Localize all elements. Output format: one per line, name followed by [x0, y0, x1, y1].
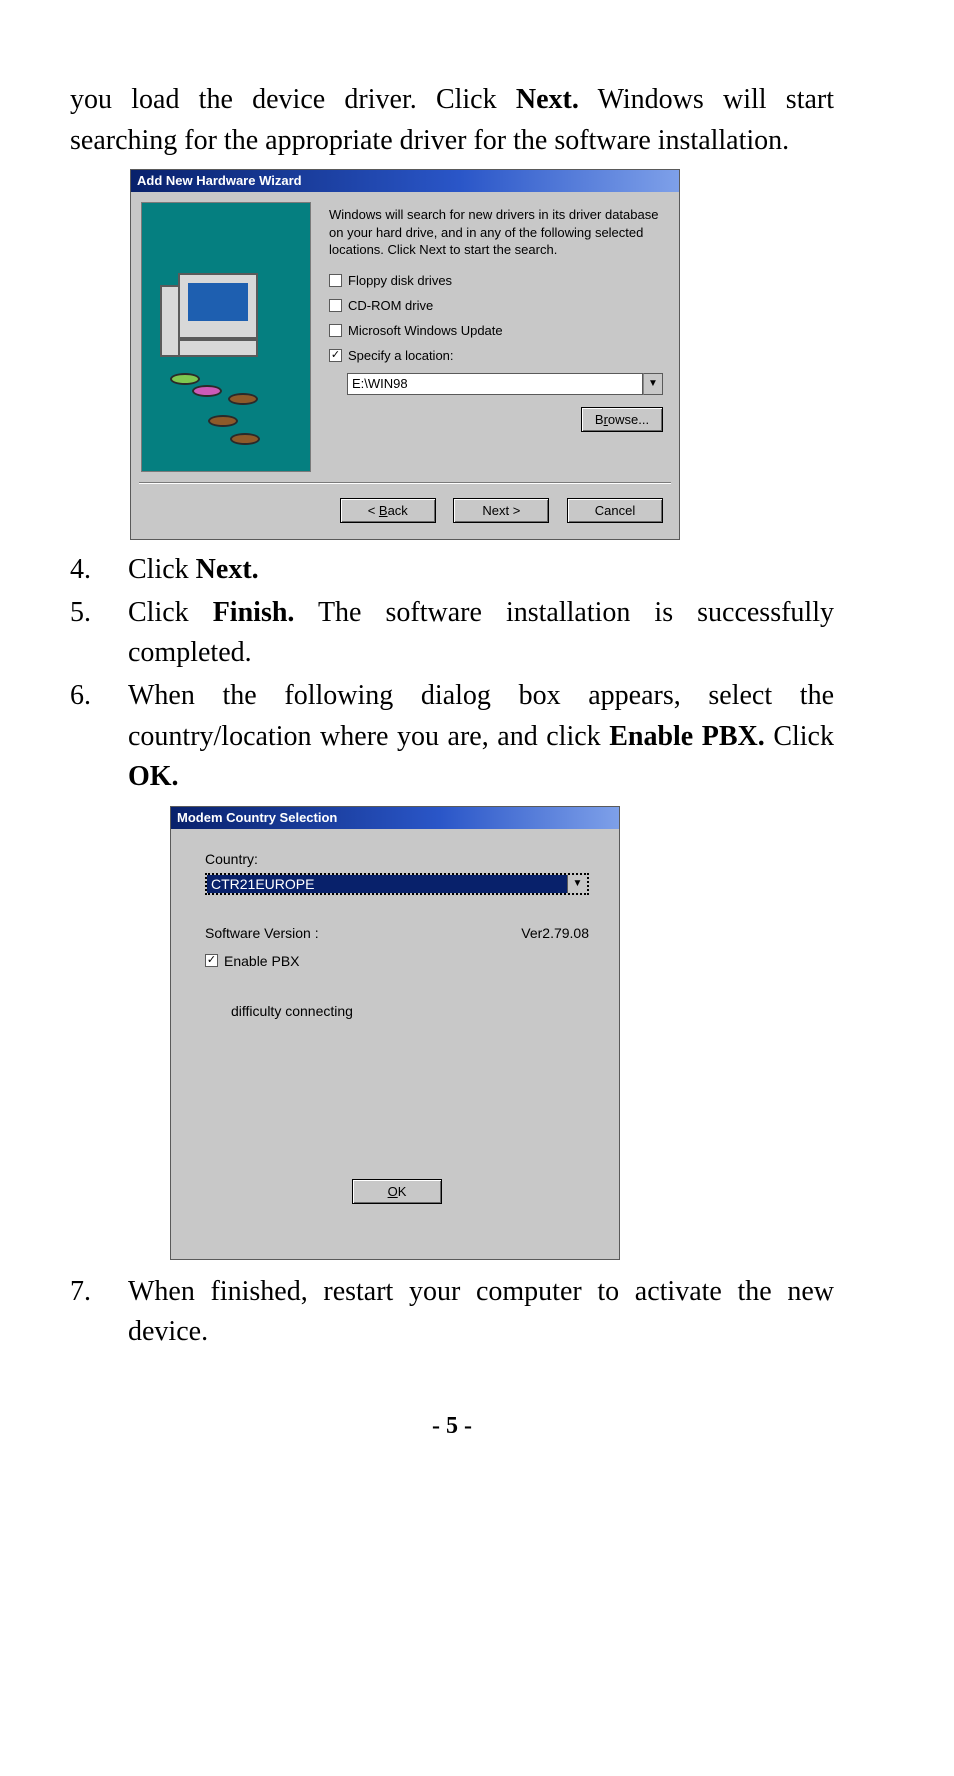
intro-paragraph: you load the device driver. Click Next. …: [70, 80, 834, 161]
country-combobox[interactable]: CTR21EUROPE ▼: [205, 873, 589, 895]
next-button[interactable]: Next >: [453, 498, 549, 523]
checkbox-icon[interactable]: [329, 324, 342, 337]
step-4: 4. Click Next.: [70, 550, 834, 591]
intro-next: Next.: [516, 84, 579, 115]
dialog-titlebar: Add New Hardware Wizard: [131, 170, 679, 192]
checkbox-checked-icon[interactable]: ✓: [205, 954, 218, 967]
floppy-checkbox-row[interactable]: FFloppy disk drivesloppy disk drives: [329, 273, 663, 288]
disk-icon: [230, 433, 260, 445]
enable-pbx-checkbox-row[interactable]: ✓ Enable PBXEnable PBX: [205, 953, 589, 969]
intro-pre: you load the device driver. Click: [70, 84, 516, 115]
windows-update-label: Microsoft Windows UpdateMicrosoft Window…: [348, 323, 503, 338]
browse-button[interactable]: Browse...Browse...: [581, 407, 663, 432]
disk-icon: [228, 393, 258, 405]
disk-icon: [170, 373, 200, 385]
location-input[interactable]: E:\WIN98: [347, 373, 643, 395]
step-5: 5. Click Finish. The software installati…: [70, 593, 834, 674]
floppy-label: FFloppy disk drivesloppy disk drives: [348, 273, 452, 288]
steps-list-2: 7. When finished, restart your computer …: [70, 1272, 834, 1353]
country-dropdown-button[interactable]: ▼: [567, 875, 587, 893]
disk-icon: [208, 415, 238, 427]
hardware-wizard-screenshot: Add New Hardware Wizard Windows will sea…: [130, 169, 834, 540]
dialog-titlebar: Modem Country Selection: [171, 807, 619, 829]
wizard-graphic: [141, 202, 311, 472]
country-label: Country:: [205, 851, 589, 867]
software-version-value: Ver2.79.08: [521, 925, 589, 941]
checkbox-icon[interactable]: [329, 274, 342, 287]
pbx-note: difficulty connecting: [231, 1003, 589, 1019]
computer-monitor-icon: [178, 273, 258, 339]
step-number: 6.: [70, 676, 128, 798]
country-value: CTR21EUROPE: [207, 875, 567, 893]
cdrom-checkbox-row[interactable]: CD-ROM driveCD-ROM drive: [329, 298, 663, 313]
step-number: 7.: [70, 1272, 128, 1353]
chevron-down-icon: ▼: [648, 378, 658, 389]
software-version-label: Software Version :: [205, 925, 319, 941]
hardware-wizard-dialog: Add New Hardware Wizard Windows will sea…: [130, 169, 680, 540]
checkbox-icon[interactable]: [329, 299, 342, 312]
specify-location-checkbox-row[interactable]: ✓ Specify a location:Specify a location:: [329, 348, 663, 363]
enable-pbx-label: Enable PBXEnable PBX: [224, 953, 300, 969]
steps-list: 4. Click Next. 5. Click Finish. The soft…: [70, 550, 834, 798]
computer-tower-icon: [160, 285, 180, 357]
ok-button[interactable]: OKOK: [352, 1179, 442, 1204]
back-button[interactable]: < Back< Back: [340, 498, 436, 523]
disk-icon: [192, 385, 222, 397]
modem-country-screenshot: Modem Country Selection Country: CTR21EU…: [170, 806, 834, 1260]
step-6: 6. When the following dialog box appears…: [70, 676, 834, 798]
wizard-description: Windows will search for new drivers in i…: [329, 206, 663, 259]
computer-base-icon: [178, 339, 258, 357]
step-number: 4.: [70, 550, 128, 591]
step-number: 5.: [70, 593, 128, 674]
windows-update-checkbox-row[interactable]: Microsoft Windows UpdateMicrosoft Window…: [329, 323, 663, 338]
specify-location-label: Specify a location:Specify a location:: [348, 348, 454, 363]
location-dropdown-button[interactable]: ▼: [643, 373, 663, 395]
cancel-button[interactable]: Cancel: [567, 498, 663, 523]
modem-country-dialog: Modem Country Selection Country: CTR21EU…: [170, 806, 620, 1260]
page-number: - 5 -: [70, 1413, 834, 1440]
checkbox-checked-icon[interactable]: ✓: [329, 349, 342, 362]
step-7: 7. When finished, restart your computer …: [70, 1272, 834, 1353]
chevron-down-icon: ▼: [573, 878, 583, 889]
cdrom-label: CD-ROM driveCD-ROM drive: [348, 298, 433, 313]
